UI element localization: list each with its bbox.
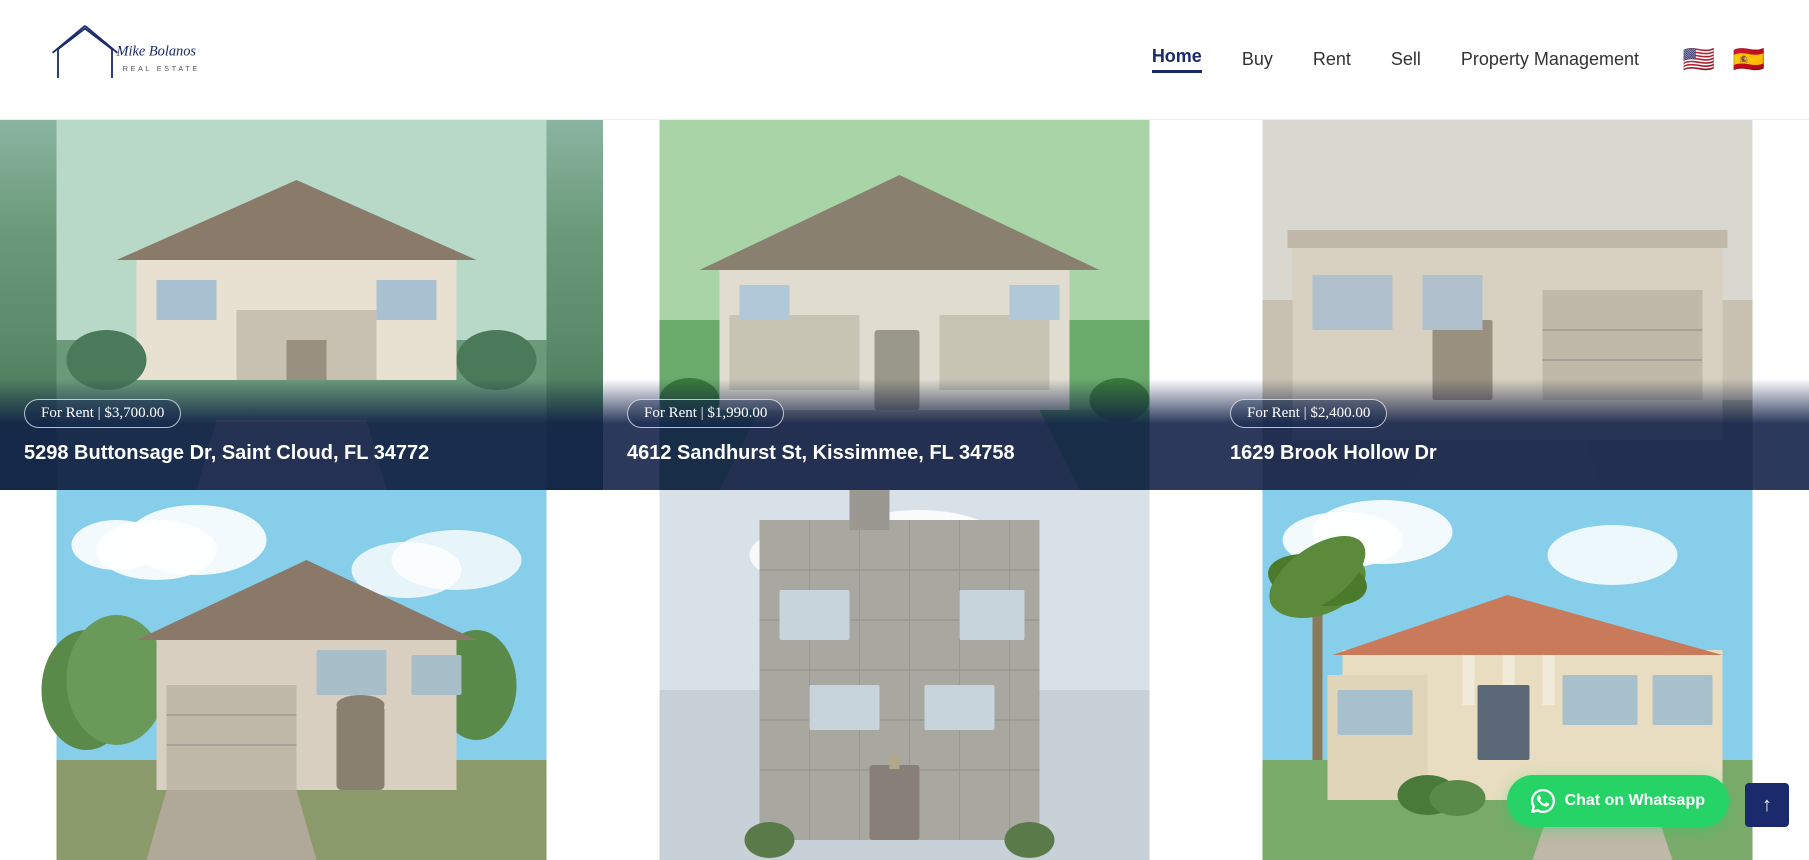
whatsapp-icon [1531,789,1555,813]
nav-property-management[interactable]: Property Management [1461,49,1639,70]
price-badge-3: For Rent | $2,400.00 [1230,399,1387,428]
property-grid: For Rent | $3,700.00 5298 Buttonsage Dr,… [0,120,1809,860]
property-overlay-3: For Rent | $2,400.00 1629 Brook Hollow D… [1206,379,1809,490]
nav-sell[interactable]: Sell [1391,49,1421,70]
property-address-1: 5298 Buttonsage Dr, Saint Cloud, FL 3477… [24,440,579,466]
logo: Mike Bolanos REAL ESTATE [40,15,220,105]
svg-text:Mike Bolanos: Mike Bolanos [116,43,197,59]
property-address-3: 1629 Brook Hollow Dr [1230,440,1785,466]
nav-rent[interactable]: Rent [1313,49,1351,70]
price-badge-2: For Rent | $1,990.00 [627,399,784,428]
flag-us[interactable]: 🇺🇸 [1679,40,1719,80]
property-card-5[interactable] [603,490,1206,860]
svg-text:REAL ESTATE: REAL ESTATE [123,63,200,72]
property-listing: For Rent | $3,700.00 5298 Buttonsage Dr,… [0,120,1809,860]
property-card-3[interactable]: For Rent | $2,400.00 1629 Brook Hollow D… [1206,120,1809,490]
property-card-2[interactable]: For Rent | $1,990.00 4612 Sandhurst St, … [603,120,1206,490]
property-address-2: 4612 Sandhurst St, Kissimmee, FL 34758 [627,440,1182,466]
price-badge-1: For Rent | $3,700.00 [24,399,181,428]
navigation: Home Buy Rent Sell Property Management 🇺… [1152,40,1769,80]
whatsapp-label: Chat on Whatsapp [1565,792,1705,810]
whatsapp-button[interactable]: Chat on Whatsapp [1507,775,1729,827]
flag-es[interactable]: 🇪🇸 [1729,40,1769,80]
property-overlay-1: For Rent | $3,700.00 5298 Buttonsage Dr,… [0,379,603,490]
nav-buy[interactable]: Buy [1242,49,1273,70]
logo-area: Mike Bolanos REAL ESTATE [40,15,220,105]
property-card-1[interactable]: For Rent | $3,700.00 5298 Buttonsage Dr,… [0,120,603,490]
scroll-top-icon: ↑ [1762,794,1772,817]
property-overlay-2: For Rent | $1,990.00 4612 Sandhurst St, … [603,379,1206,490]
header: Mike Bolanos REAL ESTATE Home Buy Rent S… [0,0,1809,120]
language-flags: 🇺🇸 🇪🇸 [1679,40,1769,80]
scroll-top-button[interactable]: ↑ [1745,783,1789,827]
nav-home[interactable]: Home [1152,46,1202,73]
property-card-4[interactable] [0,490,603,860]
